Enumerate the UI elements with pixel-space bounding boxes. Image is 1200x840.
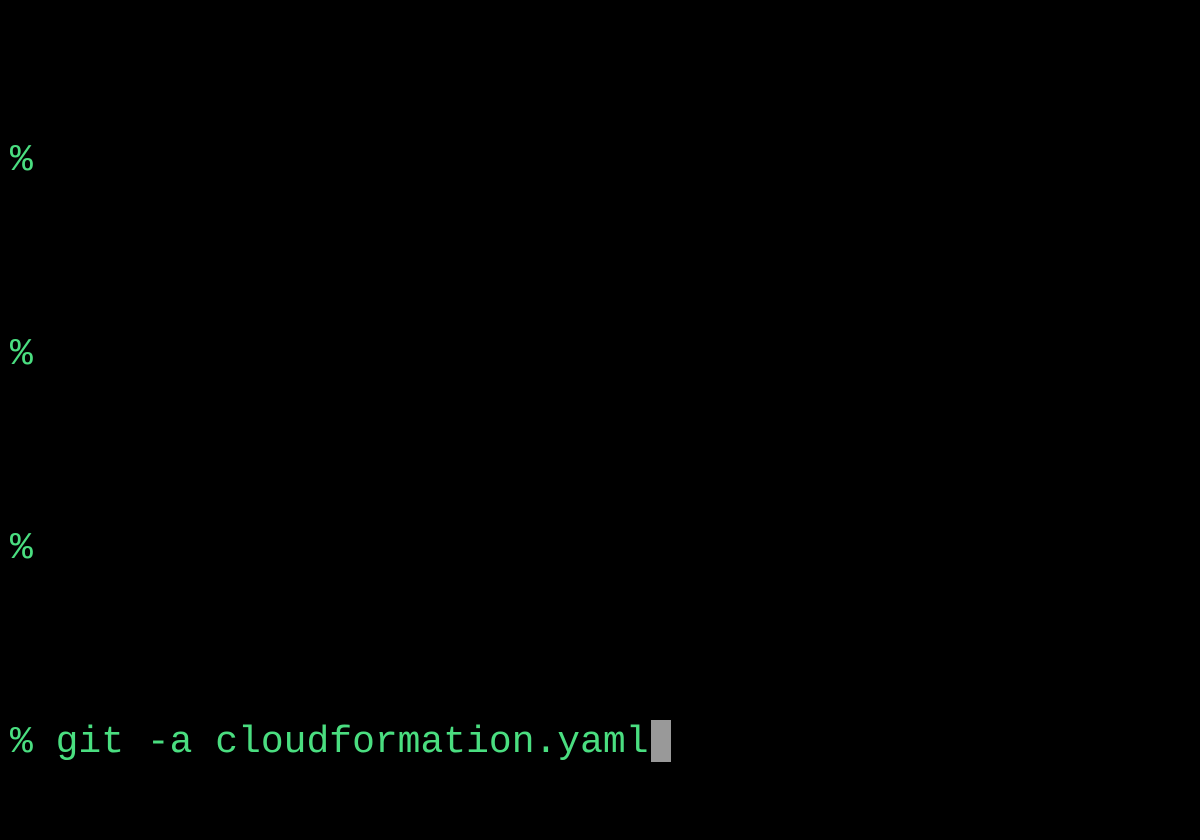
terminal-line: % [10,323,1190,388]
prompt-symbol: % [10,517,33,582]
terminal-line: % [10,517,1190,582]
terminal-line-active: % git -a cloudformation.yaml [10,711,1190,776]
prompt-symbol: % [10,711,33,776]
prompt-symbol: % [10,129,33,194]
terminal-window[interactable]: % % % % git -a cloudformation.yaml [10,0,1190,840]
command-input[interactable]: git -a cloudformation.yaml [33,711,649,776]
cursor-icon [651,720,671,762]
prompt-symbol: % [10,323,33,388]
terminal-line: % [10,129,1190,194]
